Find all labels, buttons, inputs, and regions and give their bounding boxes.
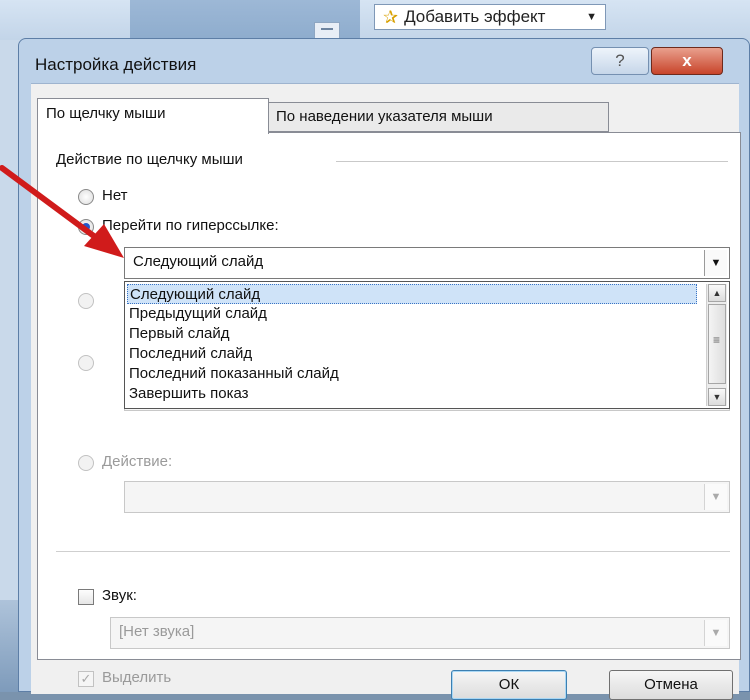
help-button[interactable]: ? <box>591 47 649 75</box>
radio-hyperlink[interactable] <box>78 219 94 235</box>
radio-none[interactable] <box>78 189 94 205</box>
close-button[interactable]: x <box>651 47 723 75</box>
hyperlink-combo[interactable]: Следующий слайд ▼ <box>124 247 730 279</box>
add-effect-button[interactable]: ✰ Добавить эффект ▼ <box>374 4 606 30</box>
scroll-thumb[interactable] <box>708 304 726 384</box>
scroll-down-icon[interactable]: ▼ <box>708 388 726 406</box>
radio-hidden-2[interactable] <box>78 355 94 371</box>
group-label: Действие по щелчку мыши <box>56 151 243 168</box>
list-item[interactable]: Последний слайд <box>127 344 699 364</box>
chevron-down-icon[interactable]: ▼ <box>704 620 727 646</box>
sound-label: Звук: <box>102 587 137 604</box>
scroll-up-icon[interactable]: ▲ <box>708 284 726 302</box>
star-effect-icon: ✰ <box>383 6 399 27</box>
radio-action-label: Действие: <box>102 453 173 470</box>
tab-page: Действие по щелчку мыши Нет Перейти по г… <box>37 132 741 687</box>
list-item[interactable]: Предыдущий слайд <box>127 304 699 324</box>
action-settings-dialog: Настройка действия ? x По щелчку мыши По… <box>18 38 750 700</box>
dialog-client-area: По щелчку мыши По наведении указателя мы… <box>31 83 741 700</box>
chevron-down-icon: ▼ <box>586 11 597 23</box>
add-effect-label: Добавить эффект <box>404 7 546 26</box>
tab-mouse-over[interactable]: По наведении указателя мыши <box>267 102 609 132</box>
list-scrollbar[interactable]: ▲ ▼ <box>706 284 727 406</box>
hyperlink-combo-value: Следующий слайд <box>133 253 264 270</box>
highlight-checkbox[interactable]: ✓ <box>78 671 94 687</box>
radio-none-label: Нет <box>102 187 128 204</box>
tab-mouse-click[interactable]: По щелчку мыши <box>37 98 269 134</box>
cancel-button[interactable]: Отмена <box>609 670 733 700</box>
group-divider <box>336 161 728 162</box>
dialog-title: Настройка действия <box>35 55 197 74</box>
chevron-down-icon[interactable]: ▼ <box>704 250 727 276</box>
hyperlink-dropdown-list[interactable]: Следующий слайд Предыдущий слайд Первый … <box>124 281 730 409</box>
radio-hyperlink-label: Перейти по гиперссылке: <box>102 217 279 234</box>
ok-button[interactable]: ОК <box>451 670 567 700</box>
list-item[interactable]: Первый слайд <box>127 324 699 344</box>
action-combo[interactable]: ▼ <box>124 481 730 513</box>
chevron-down-icon[interactable]: ▼ <box>704 484 727 510</box>
sound-combo-value: [Нет звука] <box>119 623 195 640</box>
sound-combo[interactable]: [Нет звука] ▼ <box>110 617 730 649</box>
radio-action[interactable] <box>78 455 94 471</box>
sound-checkbox[interactable] <box>78 589 94 605</box>
list-item[interactable]: Следующий слайд <box>127 284 697 304</box>
list-item[interactable]: Завершить показ <box>127 384 699 404</box>
divider <box>56 551 730 552</box>
radio-hidden-1[interactable] <box>78 293 94 309</box>
highlight-label: Выделить <box>102 669 172 686</box>
list-item[interactable]: Последний показанный слайд <box>127 364 699 384</box>
